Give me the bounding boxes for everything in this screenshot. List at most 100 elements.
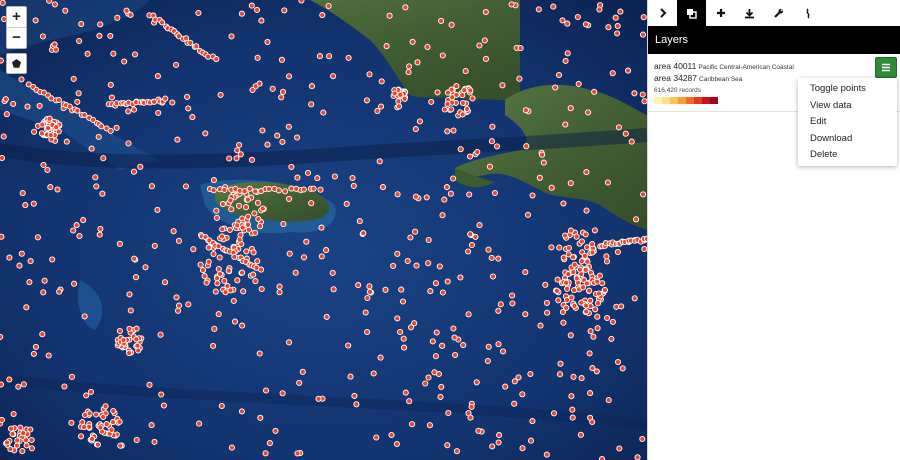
- occurrence-point: [89, 435, 96, 443]
- tab-bookmarks[interactable]: [793, 0, 822, 26]
- occurrence-point: [97, 424, 104, 431]
- occurrence-point: [433, 329, 440, 336]
- occurrence-point: [30, 200, 37, 207]
- occurrence-point: [94, 441, 101, 448]
- occurrence-point: [499, 348, 507, 355]
- occurrence-point: [299, 368, 306, 375]
- occurrence-point: [560, 200, 567, 207]
- occurrence-point: [596, 6, 603, 13]
- tab-layers[interactable]: [677, 0, 706, 26]
- layer-menu-button[interactable]: [875, 57, 897, 78]
- occurrence-point: [116, 418, 123, 425]
- occurrence-point: [452, 351, 459, 359]
- occurrence-point: [412, 193, 419, 200]
- occurrence-point: [524, 211, 532, 218]
- occurrence-point: [604, 179, 611, 186]
- zoom-in-button[interactable]: +: [7, 7, 26, 27]
- occurrence-point: [254, 199, 261, 206]
- occurrence-point: [23, 304, 30, 311]
- occurrence-point: [125, 140, 132, 147]
- occurrence-point: [63, 138, 70, 145]
- occurrence-point: [519, 445, 526, 452]
- occurrence-point: [564, 50, 571, 57]
- occurrence-point: [383, 43, 390, 50]
- occurrence-point: [17, 424, 24, 431]
- occurrence-point: [81, 424, 88, 431]
- occurrence-point: [173, 294, 180, 301]
- occurrence-point: [548, 244, 555, 251]
- occurrence-point: [386, 12, 393, 19]
- occurrence-point: [582, 302, 590, 309]
- occurrence-point: [0, 57, 4, 64]
- menu-item-download[interactable]: Download: [798, 131, 897, 148]
- zoom-out-button[interactable]: −: [7, 27, 26, 48]
- occurrence-point: [151, 242, 158, 249]
- occurrence-point: [423, 194, 430, 201]
- occurrence-point: [444, 128, 451, 135]
- menu-item-edit[interactable]: Edit: [798, 114, 897, 131]
- occurrence-point: [126, 350, 133, 357]
- occurrence-point: [239, 269, 246, 276]
- occurrence-point: [412, 228, 419, 235]
- occurrence-point: [19, 190, 26, 197]
- tab-collapse[interactable]: [648, 0, 677, 26]
- occurrence-point: [16, 262, 23, 269]
- occurrence-point: [161, 279, 169, 286]
- occurrence-point: [393, 440, 400, 448]
- occurrence-point: [239, 224, 246, 231]
- occurrence-point: [495, 255, 502, 262]
- occurrence-point: [476, 42, 483, 49]
- occurrence-point: [173, 61, 180, 68]
- menu-item-view-data[interactable]: View data: [798, 98, 897, 115]
- layer-area-1: area 40011 Pacific Central-American Coast…: [654, 61, 900, 73]
- occurrence-point: [587, 390, 594, 397]
- area-1-description: Pacific Central-American Coastal: [698, 64, 794, 71]
- layer-context-menu: Toggle points View data Edit Download De…: [798, 78, 897, 166]
- occurrence-point: [228, 206, 235, 213]
- occurrence-point: [424, 43, 431, 51]
- occurrence-point: [185, 105, 192, 112]
- occurrence-point: [300, 186, 307, 193]
- occurrence-point: [205, 244, 212, 251]
- area-2-code: area 34287: [654, 73, 698, 83]
- occurrence-point: [300, 254, 308, 261]
- occurrence-point: [185, 301, 192, 308]
- occurrence-point: [123, 7, 130, 14]
- occurrence-point: [162, 95, 169, 102]
- occurrence-point: [0, 333, 4, 340]
- tab-add[interactable]: [706, 0, 735, 26]
- map-canvas[interactable]: + −: [0, 0, 647, 460]
- occurrence-point: [245, 213, 252, 220]
- menu-item-toggle-points[interactable]: Toggle points: [798, 81, 897, 98]
- occurrence-point: [416, 118, 423, 125]
- occurrence-point: [631, 90, 638, 97]
- occurrence-point: [476, 222, 483, 229]
- occurrence-point: [567, 105, 574, 112]
- draw-polygon-button[interactable]: [6, 53, 27, 74]
- occurrence-point: [571, 261, 578, 268]
- occurrence-point: [427, 288, 434, 295]
- occurrence-point: [583, 169, 590, 176]
- occurrence-point: [175, 302, 183, 309]
- tab-tools[interactable]: [764, 0, 793, 26]
- occurrence-point: [169, 99, 176, 106]
- occurrence-point: [279, 88, 287, 95]
- occurrence-point: [326, 53, 333, 60]
- tab-download[interactable]: [735, 0, 764, 26]
- menu-item-delete[interactable]: Delete: [798, 147, 897, 164]
- occurrence-point: [468, 403, 475, 410]
- occurrence-point: [400, 335, 407, 342]
- occurrence-point: [278, 56, 285, 63]
- occurrence-point: [612, 14, 619, 21]
- occurrence-point: [53, 123, 60, 131]
- occurrence-point: [240, 288, 247, 295]
- occurrence-point: [248, 156, 255, 163]
- occurrence-point: [236, 236, 243, 243]
- occurrence-point: [484, 357, 491, 365]
- occurrence-point: [592, 306, 599, 313]
- occurrence-point: [432, 280, 439, 287]
- occurrence-point: [439, 52, 446, 59]
- occurrence-point: [254, 258, 261, 265]
- occurrence-point: [234, 277, 241, 284]
- occurrence-point: [236, 141, 243, 149]
